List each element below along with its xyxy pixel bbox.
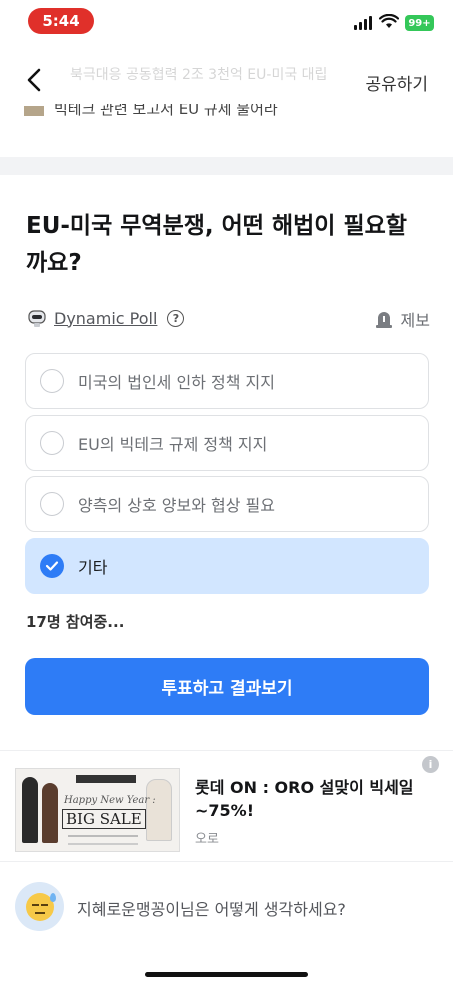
poll-option-label: 양측의 상호 양보와 협상 필요 <box>78 496 275 515</box>
ad-image-text-big: BIG SALE <box>62 809 146 829</box>
ad-image-banner-strip <box>76 775 136 783</box>
help-icon[interactable]: ? <box>167 309 185 327</box>
share-button[interactable]: 공유하기 <box>365 70 428 95</box>
comment-prompt[interactable]: 지혜로운맹꽁이님은 어떻게 생각하세요? <box>15 882 435 932</box>
ad-brand: 오로 <box>195 832 219 847</box>
divider <box>0 750 453 751</box>
report-button[interactable]: 제보 <box>373 307 430 331</box>
ad-image-fineprint <box>68 835 138 845</box>
ad-image-text-top: Happy New Year : <box>64 795 156 806</box>
ad-title[interactable]: 롯데 ON : ORO 설맞이 빅세일 ~75%! <box>195 776 420 822</box>
battery-icon: 99+ <box>405 15 434 31</box>
poll-option-3[interactable]: 양측의 상호 양보와 협상 필요 <box>25 476 429 532</box>
article-thumbnail <box>24 106 44 116</box>
poll-option-label: EU의 빅테크 규제 정책 지지 <box>78 435 268 454</box>
radio-button[interactable] <box>40 369 64 393</box>
ad-info-icon[interactable]: i <box>422 756 439 773</box>
radio-button[interactable] <box>40 431 64 455</box>
sweat-smile-emoji-icon <box>25 892 56 921</box>
status-bar: 5:44 99+ <box>0 0 453 44</box>
radio-button-checked[interactable] <box>40 554 64 578</box>
article-strip-text: 빅테크 관련 보고서 EU 규제 불어라 <box>54 104 278 118</box>
faded-header-title: 북극대응 공동협력 2조 3천억 EU-미국 대립 <box>70 67 328 83</box>
radio-button[interactable] <box>40 492 64 516</box>
back-button[interactable] <box>16 62 52 98</box>
poll-option-1[interactable]: 미국의 법인세 인하 정책 지지 <box>25 353 429 409</box>
ad-image[interactable]: Happy New Year : BIG SALE <box>15 768 180 852</box>
article-strip[interactable]: 빅테크 관련 보고서 EU 규제 불어라 <box>24 104 384 126</box>
ad-banner[interactable]: Happy New Year : BIG SALE 롯데 ON : ORO 설맞… <box>15 756 439 854</box>
ad-image-model <box>42 783 58 843</box>
avatar <box>15 882 64 931</box>
divider <box>0 861 453 862</box>
report-label: 제보 <box>400 311 430 330</box>
comment-prompt-text: 지혜로운맹꽁이님은 어떻게 생각하세요? <box>77 900 346 919</box>
participant-count: 17명 참여중... <box>26 613 125 631</box>
poll-option-2[interactable]: EU의 빅테크 규제 정책 지지 <box>25 415 429 471</box>
poll-meta: Dynamic Poll ? 제보 <box>26 307 430 331</box>
poll-kind[interactable]: Dynamic Poll ? <box>26 307 185 329</box>
siren-icon <box>375 312 392 328</box>
wifi-icon <box>379 14 399 28</box>
poll-option-label: 미국의 법인세 인하 정책 지지 <box>78 373 275 392</box>
poll-kind-label: Dynamic Poll <box>54 308 158 328</box>
ad-image-model <box>146 779 172 841</box>
checkmark-icon <box>45 561 59 571</box>
vote-and-see-results-button[interactable]: 투표하고 결과보기 <box>25 658 429 715</box>
home-indicator <box>145 972 308 977</box>
status-time: 5:44 <box>28 8 94 34</box>
section-separator <box>0 157 453 175</box>
top-nav-bar: 북극대응 공동협력 2조 3천억 EU-미국 대립 공유하기 <box>0 54 453 110</box>
cellular-signal-icon <box>354 16 372 30</box>
robot-icon <box>28 310 46 327</box>
poll-title: EU-미국 무역분쟁, 어떤 해법이 필요할까요? <box>26 213 407 276</box>
chevron-left-icon <box>27 68 41 92</box>
poll-option-label: 기타 <box>78 558 108 577</box>
poll-option-4[interactable]: 기타 <box>25 538 429 594</box>
ad-image-model <box>22 777 38 843</box>
